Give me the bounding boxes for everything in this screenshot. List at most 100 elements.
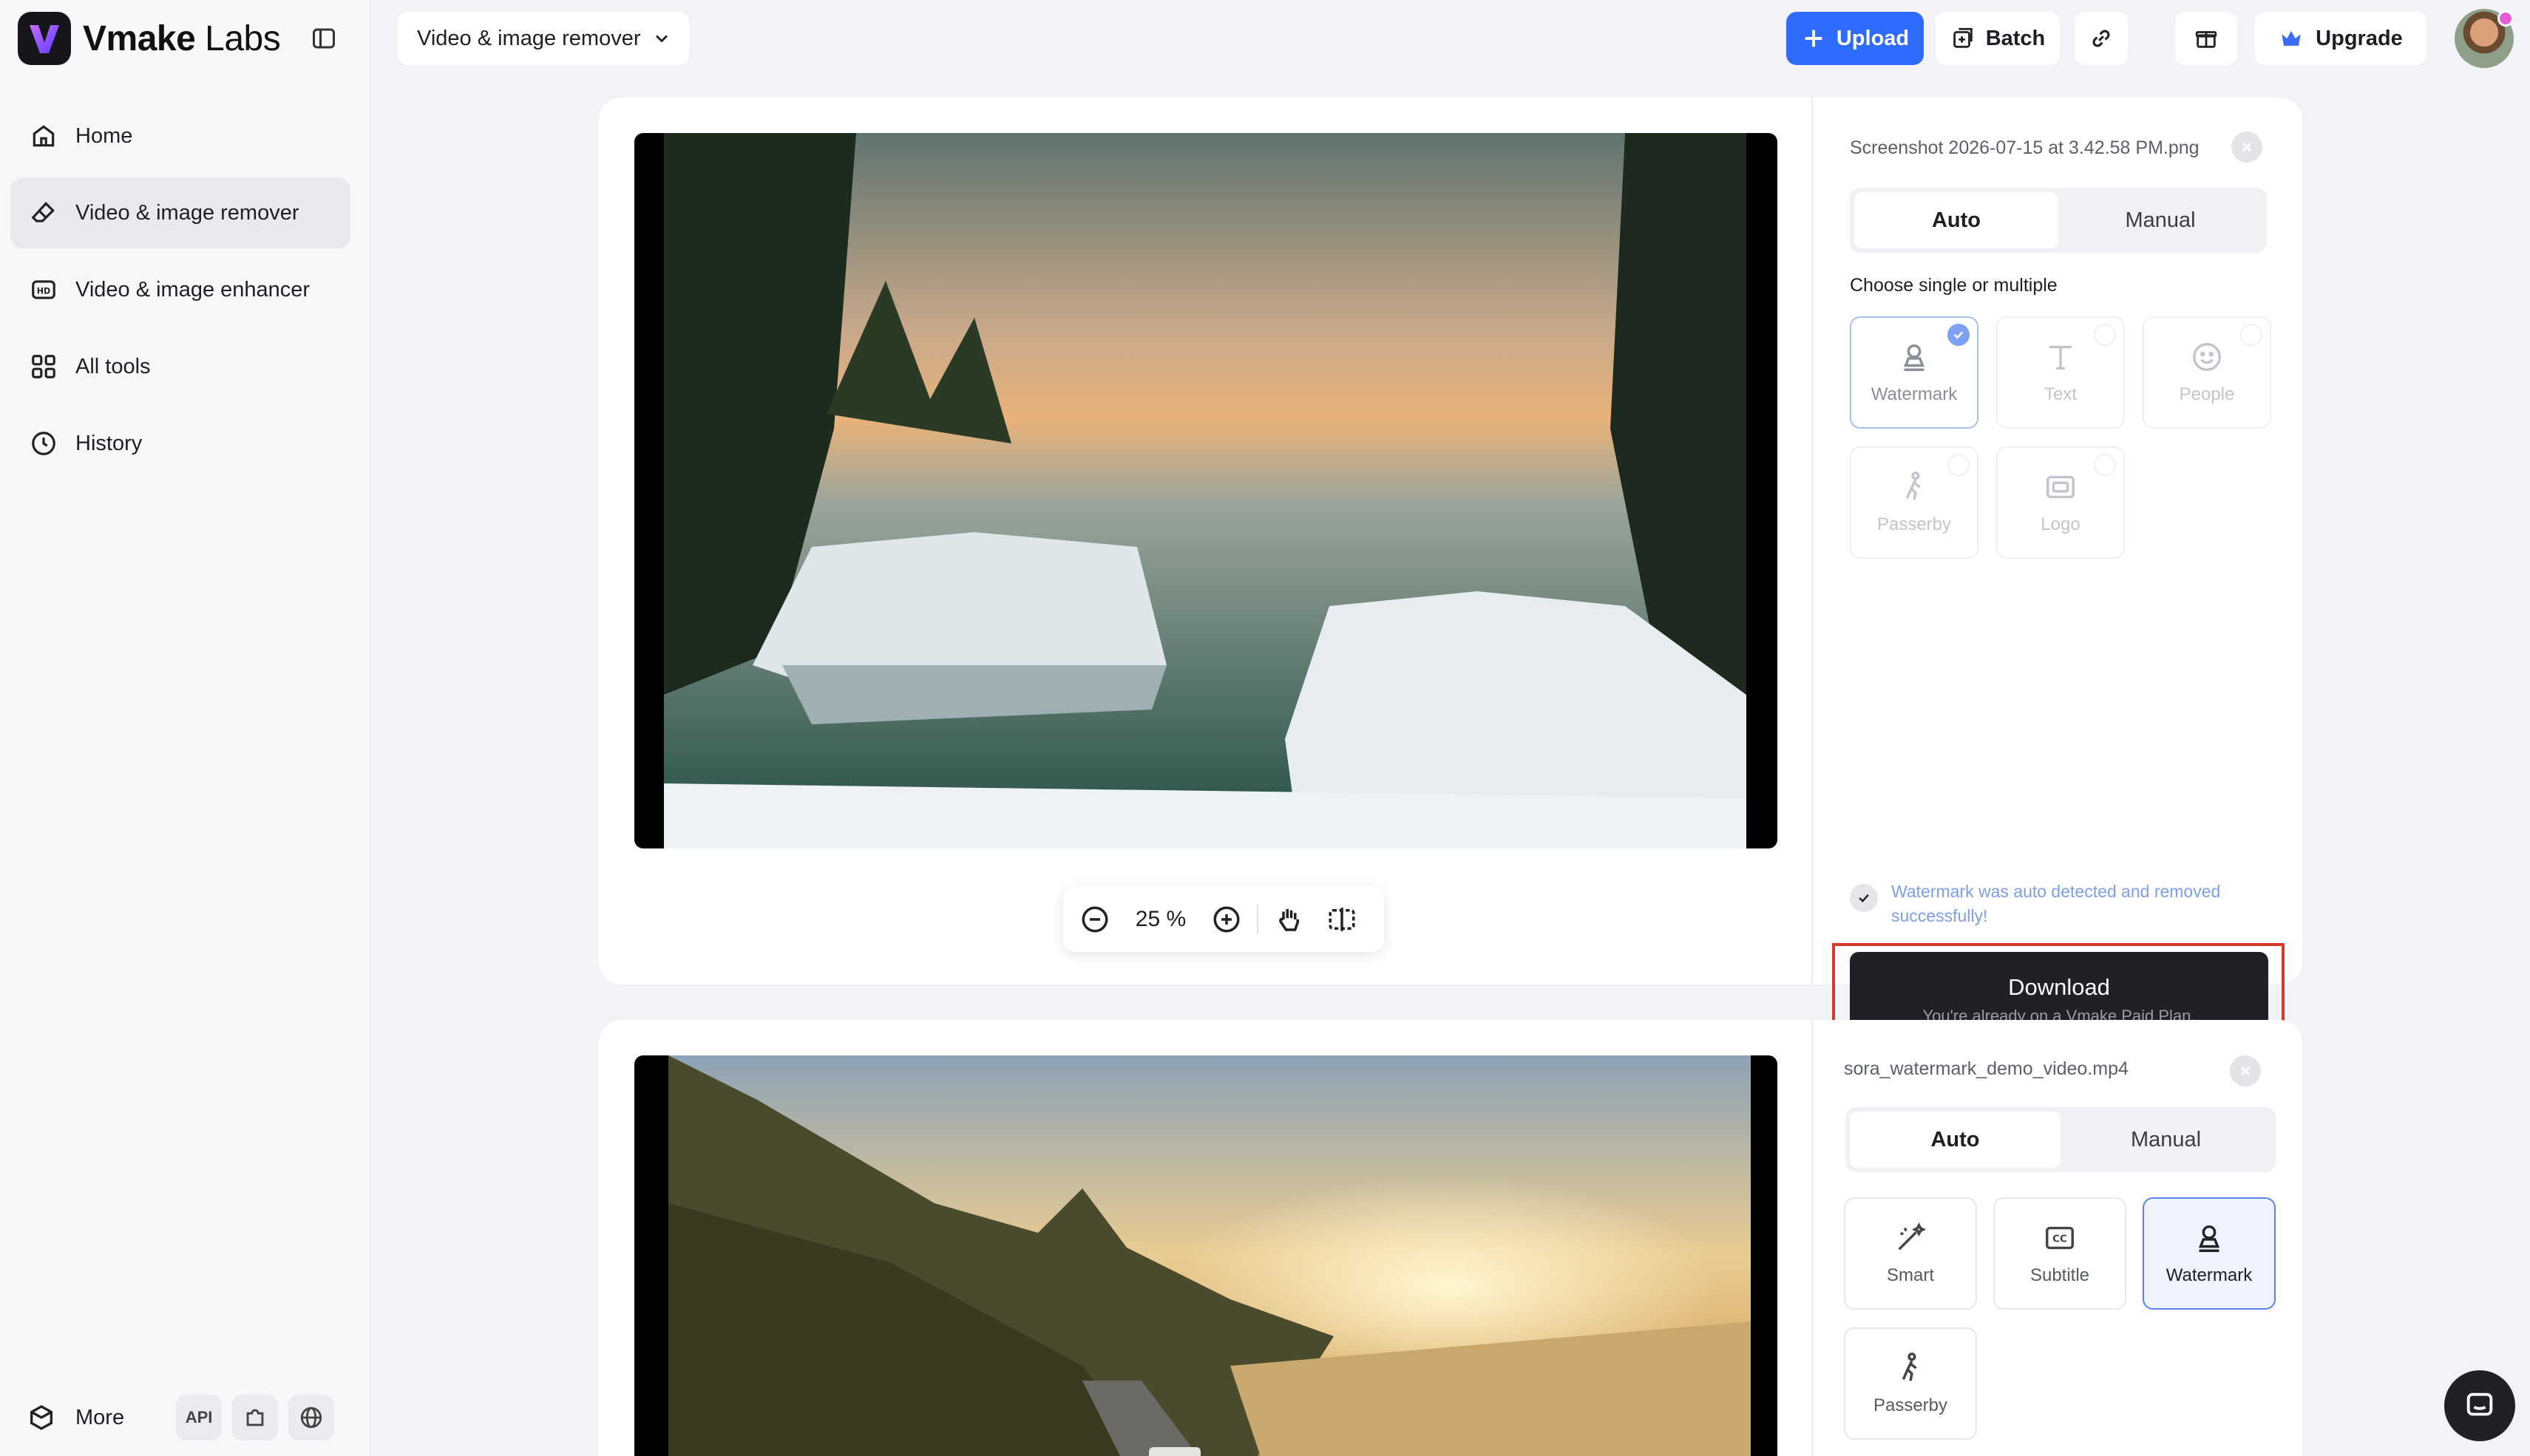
api-label: API (185, 1408, 213, 1426)
option-watermark[interactable]: Watermark (2143, 1197, 2276, 1310)
brand-logo[interactable]: Vmake Labs (18, 12, 281, 65)
remove-file-button[interactable] (2230, 1055, 2261, 1086)
image-preview[interactable] (634, 133, 1777, 848)
text-t-icon (2049, 345, 2072, 370)
option-label: Logo (2041, 514, 2080, 534)
gift-button[interactable] (2175, 12, 2237, 65)
file-name: Screenshot 2026-07-15 at 3.42.58 PM.png (1850, 137, 2200, 158)
remove-file-button[interactable] (2231, 132, 2262, 163)
option-label: Watermark (1871, 384, 1958, 404)
radio-circle (2094, 324, 2116, 346)
sidebar-collapse-icon[interactable] (311, 25, 337, 52)
radio-circle (1947, 454, 1970, 476)
mode-toggle: Auto Manual (1845, 1107, 2276, 1172)
sidebar: Vmake Labs Home Video & image remover HD… (0, 0, 371, 1456)
walking-person-icon (1905, 472, 1921, 500)
grid-icon (32, 355, 55, 378)
sidebar-nav: Home Video & image remover HD Video & im… (10, 101, 350, 485)
zoom-level: 25 % (1135, 907, 1187, 931)
plugin-button[interactable] (232, 1395, 279, 1440)
mode-toggle: Auto Manual (1850, 188, 2267, 253)
option-label: Passerby (1873, 1395, 1948, 1415)
clock-icon (32, 432, 55, 455)
option-text[interactable]: Text (1996, 316, 2125, 429)
toolbar-divider (1257, 905, 1258, 934)
home-icon (33, 125, 55, 147)
crown-icon (2282, 31, 2301, 46)
notification-dot (2497, 10, 2514, 27)
svg-text:HD: HD (37, 287, 50, 296)
api-button[interactable]: API (176, 1395, 223, 1440)
avatar[interactable] (2455, 9, 2514, 68)
walking-person-icon (1902, 1353, 1917, 1381)
radio-circle (2094, 454, 2116, 476)
file-card-image: 25 % Screenshot 2026-07-15 at 3.42.58 PM… (599, 98, 2302, 1061)
file-card-video: sora_watermark_demo_video.mp4 Auto Manua… (599, 1020, 2302, 1456)
hd-icon: HD (32, 280, 55, 299)
cube-icon (30, 1405, 52, 1430)
magic-wand-icon (1898, 1222, 1927, 1251)
sidebar-item-history[interactable]: History (10, 408, 350, 479)
zoom-out-icon[interactable] (1079, 904, 1110, 935)
close-icon (2240, 1066, 2251, 1076)
coastal-road-preview-image (668, 1055, 1751, 1456)
sidebar-item-home[interactable]: Home (10, 101, 350, 171)
batch-label: Batch (1985, 26, 2046, 50)
settings-panel: sora_watermark_demo_video.mp4 Auto Manua… (1811, 1020, 2302, 1456)
check-badge (1947, 324, 1970, 346)
sidebar-item-video-image-enhancer[interactable]: HD Video & image enhancer (10, 254, 350, 325)
tab-manual[interactable]: Manual (2058, 192, 2262, 248)
option-logo[interactable]: Logo (1996, 446, 2125, 559)
sidebar-item-label: Video & image remover (75, 200, 299, 225)
brand-name: Vmake Labs (83, 18, 281, 58)
tab-auto[interactable]: Auto (1850, 1112, 2061, 1168)
link-icon (2092, 30, 2110, 47)
tool-select-label: Video & image remover (417, 26, 641, 50)
chat-icon (2466, 1392, 2493, 1416)
option-watermark[interactable]: Watermark (1850, 316, 1978, 429)
batch-button[interactable]: Batch (1936, 12, 2060, 65)
plus-icon (1805, 30, 1822, 47)
person-stamp-icon (2198, 1225, 2220, 1252)
option-label: Smart (1886, 1265, 1934, 1285)
sidebar-footer: More API (27, 1394, 352, 1441)
option-passerby[interactable]: Passerby (1844, 1327, 1977, 1440)
sidebar-item-video-image-remover[interactable]: Video & image remover (10, 177, 350, 248)
cc-icon: CC (2046, 1226, 2074, 1250)
tab-auto[interactable]: Auto (1854, 192, 2058, 248)
svg-text:CC: CC (2052, 1234, 2067, 1245)
language-button[interactable] (288, 1395, 335, 1440)
sidebar-item-all-tools[interactable]: All tools (10, 331, 350, 402)
hand-pan-icon[interactable] (1273, 904, 1304, 935)
option-smart[interactable]: Smart (1844, 1197, 1977, 1310)
file-name: sora_watermark_demo_video.mp4 (1844, 1058, 2129, 1079)
landscape-preview-image (664, 133, 1746, 848)
radio-circle (2240, 324, 2262, 346)
option-label: Watermark (2166, 1265, 2253, 1285)
chat-support-button[interactable] (2444, 1370, 2515, 1441)
link-button[interactable] (2075, 12, 2128, 65)
upgrade-label: Upgrade (2316, 26, 2403, 50)
choose-label: Choose single or multiple (1850, 275, 2058, 296)
zoom-in-icon[interactable] (1211, 904, 1242, 935)
upgrade-button[interactable]: Upgrade (2255, 12, 2426, 65)
more-button[interactable]: More (27, 1403, 124, 1432)
success-message: Watermark was auto detected and removed … (1850, 880, 2279, 928)
option-passerby[interactable]: Passerby (1850, 446, 1978, 559)
option-label: Passerby (1876, 514, 1952, 534)
upload-button[interactable]: Upload (1786, 12, 1924, 65)
logo-box-icon (2046, 475, 2075, 499)
option-label: Subtitle (2029, 1265, 2090, 1285)
tab-manual[interactable]: Manual (2061, 1112, 2271, 1168)
removal-options: Smart CC Subtitle Watermark Passerby (1844, 1197, 2287, 1440)
option-subtitle[interactable]: CC Subtitle (1993, 1197, 2126, 1310)
option-label: People (2179, 384, 2235, 404)
success-check-icon (1850, 884, 1878, 912)
check-icon (1953, 331, 1964, 339)
tool-select-dropdown[interactable]: Video & image remover (398, 12, 689, 65)
puzzle-icon (246, 1409, 264, 1426)
option-people[interactable]: People (2143, 316, 2271, 429)
compare-icon[interactable] (1326, 904, 1357, 935)
video-preview[interactable] (634, 1055, 1777, 1456)
sidebar-item-label: History (75, 431, 143, 455)
